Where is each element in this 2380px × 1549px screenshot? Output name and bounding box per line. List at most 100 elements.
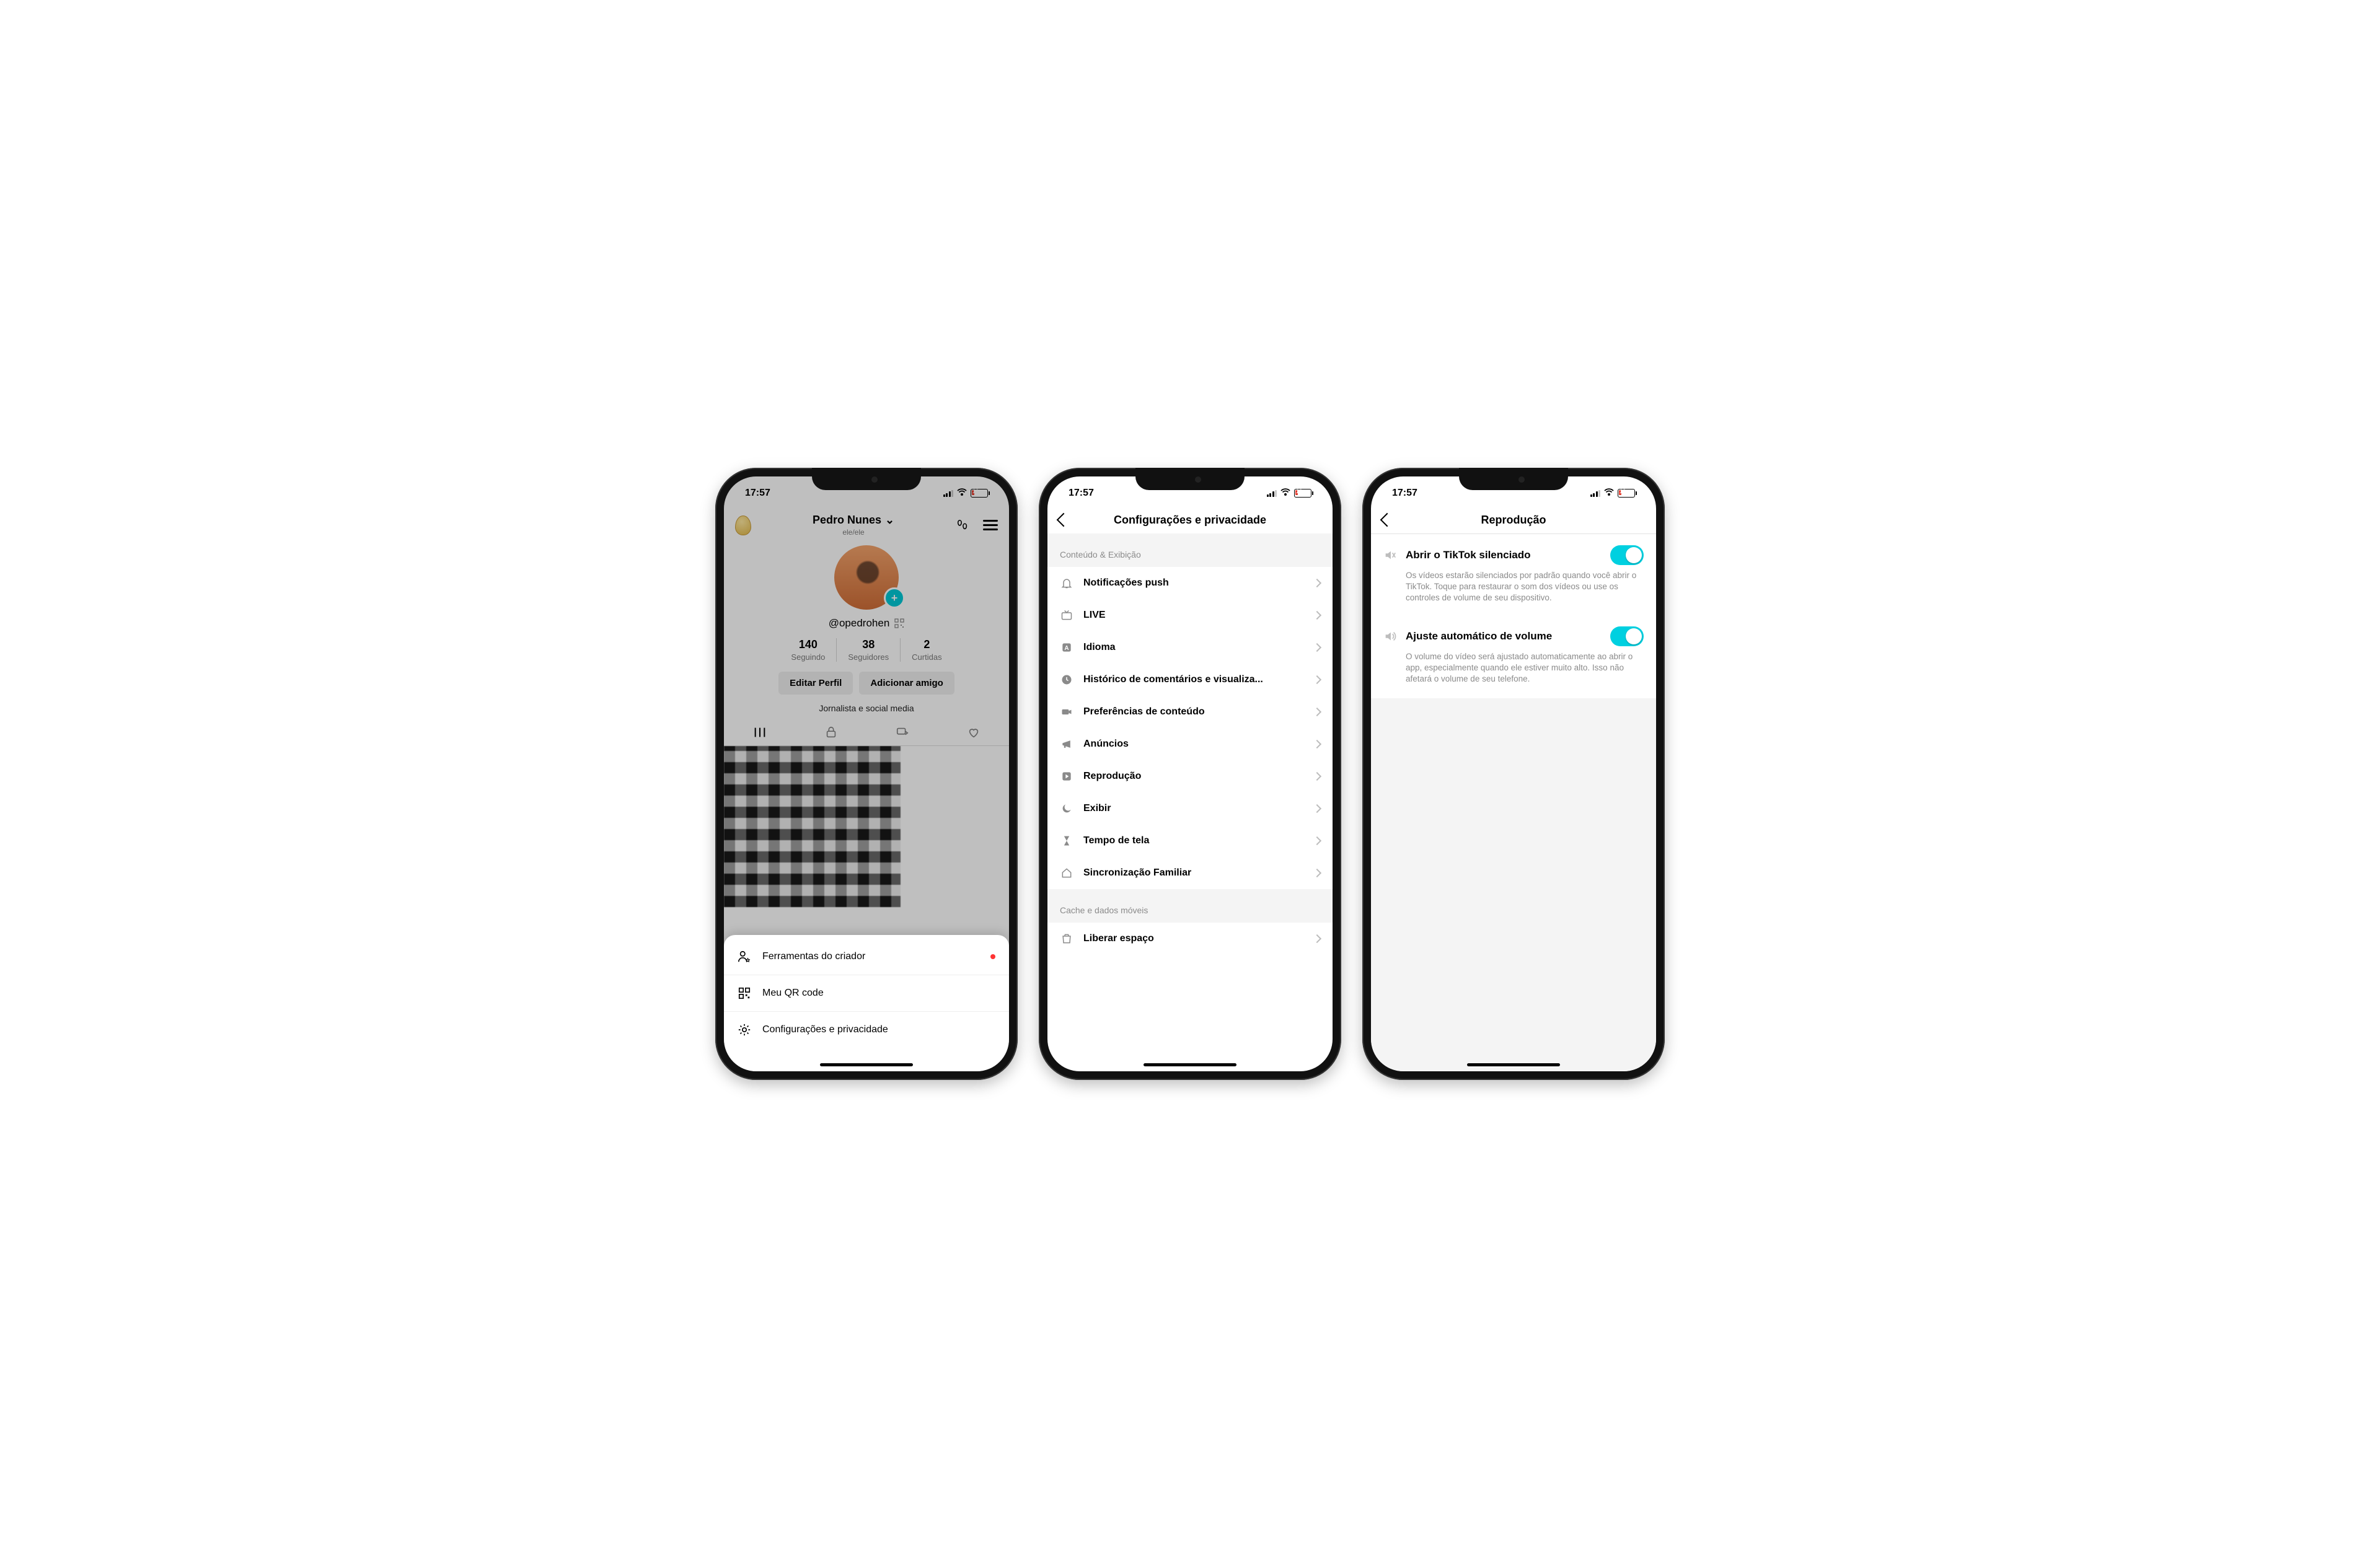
- stat-following[interactable]: 140Seguindo: [780, 638, 836, 662]
- page-title: Configurações e privacidade: [1047, 514, 1333, 527]
- chevron-right-icon: [1313, 869, 1321, 877]
- home-icon: [1060, 867, 1073, 879]
- status-time: 17:57: [745, 488, 770, 499]
- section-header-cache: Cache e dados móveis: [1047, 889, 1333, 923]
- setting-description: Os vídeos estarão silenciados por padrão…: [1383, 570, 1644, 604]
- tab-liked-icon[interactable]: [967, 726, 981, 739]
- row-language[interactable]: A Idioma: [1047, 631, 1333, 664]
- row-content-pref[interactable]: Preferências de conteúdo: [1047, 696, 1333, 728]
- device-frame-3: 17:57 16 Reprodução Abrir o TikTok silen…: [1362, 468, 1665, 1080]
- notification-dot: [990, 954, 995, 959]
- battery-indicator: 16: [971, 489, 988, 498]
- nav-header: Reprodução: [1371, 510, 1656, 534]
- language-icon: A: [1060, 641, 1073, 654]
- row-playback[interactable]: Reprodução: [1047, 760, 1333, 792]
- row-label: Tempo de tela: [1083, 835, 1304, 846]
- setting-title: Ajuste automático de volume: [1406, 630, 1602, 643]
- svg-text:A: A: [1064, 645, 1069, 652]
- row-label: Notificações push: [1083, 577, 1304, 589]
- event-egg-icon[interactable]: [735, 516, 751, 535]
- setting-title: Abrir o TikTok silenciado: [1406, 549, 1602, 561]
- status-time: 17:57: [1392, 488, 1417, 499]
- row-label: LIVE: [1083, 610, 1304, 621]
- qr-inline-icon[interactable]: [894, 618, 904, 628]
- row-label: Anúncios: [1083, 739, 1304, 750]
- stat-followers[interactable]: 38Seguidores: [836, 638, 900, 662]
- row-free-space[interactable]: Liberar espaço: [1047, 923, 1333, 955]
- row-history[interactable]: Histórico de comentários e visualiza...: [1047, 664, 1333, 696]
- play-icon: [1060, 770, 1073, 783]
- chevron-right-icon: [1313, 708, 1321, 716]
- home-indicator[interactable]: [1144, 1063, 1236, 1066]
- add-story-button[interactable]: +: [884, 587, 905, 608]
- bell-icon: [1060, 577, 1073, 589]
- chevron-right-icon: [1313, 643, 1321, 652]
- row-label: Liberar espaço: [1083, 933, 1304, 944]
- row-push-notifications[interactable]: Notificações push: [1047, 567, 1333, 599]
- sheet-item-qr-code[interactable]: Meu QR code: [724, 975, 1009, 1011]
- tab-grid-icon[interactable]: [753, 726, 767, 739]
- row-live[interactable]: LIVE: [1047, 599, 1333, 631]
- footprints-icon[interactable]: [956, 519, 969, 532]
- profile-handle: @opedrohen: [829, 617, 890, 630]
- hamburger-menu-icon[interactable]: [983, 517, 998, 533]
- chevron-right-icon: [1313, 740, 1321, 748]
- clock-icon: [1060, 674, 1073, 686]
- chevron-right-icon: [1313, 804, 1321, 813]
- sheet-item-settings[interactable]: Configurações e privacidade: [724, 1011, 1009, 1048]
- wifi-icon: [957, 489, 967, 497]
- hourglass-icon: [1060, 835, 1073, 847]
- sheet-item-creator-tools[interactable]: Ferramentas do criador: [724, 939, 1009, 975]
- cellular-signal-icon: [1590, 490, 1601, 497]
- wifi-icon: [1280, 489, 1290, 497]
- toggle-mute-on-open[interactable]: [1610, 545, 1644, 565]
- speaker-muted-icon: [1383, 548, 1397, 562]
- sheet-item-label: Configurações e privacidade: [762, 1024, 888, 1035]
- sheet-item-label: Ferramentas do criador: [762, 951, 865, 962]
- row-display[interactable]: Exibir: [1047, 792, 1333, 825]
- qr-icon: [738, 986, 751, 1000]
- cellular-signal-icon: [943, 490, 954, 497]
- nav-header: Configurações e privacidade: [1047, 510, 1333, 533]
- profile-tabs: [724, 726, 1009, 746]
- row-label: Exibir: [1083, 803, 1304, 814]
- status-time: 17:57: [1069, 488, 1094, 499]
- video-thumbnail-blurred: [724, 746, 901, 907]
- row-label: Idioma: [1083, 642, 1304, 653]
- device-frame-1: 17:57 16 Pedro Nunes⌄ ele/ele + @opedroh: [715, 468, 1018, 1080]
- sheet-item-label: Meu QR code: [762, 988, 824, 999]
- device-notch: [812, 468, 921, 490]
- chevron-down-icon[interactable]: ⌄: [885, 514, 894, 527]
- setting-auto-volume: Ajuste automático de volume O volume do …: [1371, 615, 1656, 688]
- wifi-icon: [1604, 489, 1614, 497]
- page-title: Reprodução: [1371, 514, 1656, 527]
- row-ads[interactable]: Anúncios: [1047, 728, 1333, 760]
- profile-bio: Jornalista e social media: [724, 703, 1009, 713]
- home-indicator[interactable]: [820, 1063, 913, 1066]
- toggle-auto-volume[interactable]: [1610, 626, 1644, 646]
- chevron-right-icon: [1313, 772, 1321, 781]
- row-family-sync[interactable]: Sincronização Familiar: [1047, 857, 1333, 889]
- gear-icon: [738, 1023, 751, 1037]
- megaphone-icon: [1060, 738, 1073, 750]
- row-label: Reprodução: [1083, 771, 1304, 782]
- empty-area: [1371, 698, 1656, 1071]
- row-screentime[interactable]: Tempo de tela: [1047, 825, 1333, 857]
- battery-indicator: 16: [1618, 489, 1635, 498]
- profile-display-name[interactable]: Pedro Nunes: [813, 514, 881, 527]
- edit-profile-button[interactable]: Editar Perfil: [778, 672, 853, 695]
- chevron-right-icon: [1313, 675, 1321, 684]
- tv-icon: [1060, 609, 1073, 621]
- trash-icon: [1060, 932, 1073, 945]
- battery-indicator: 16: [1294, 489, 1311, 498]
- home-indicator[interactable]: [1467, 1063, 1560, 1066]
- hamburger-bottom-sheet: Ferramentas do criador Meu QR code Confi…: [724, 935, 1009, 1071]
- device-notch: [1135, 468, 1245, 490]
- tab-private-icon[interactable]: [824, 726, 838, 739]
- stat-likes[interactable]: 2Curtidas: [900, 638, 953, 662]
- tab-repost-icon[interactable]: [896, 726, 909, 739]
- row-label: Sincronização Familiar: [1083, 867, 1304, 879]
- speaker-auto-icon: [1383, 630, 1397, 643]
- person-star-icon: [738, 950, 751, 963]
- add-friend-button[interactable]: Adicionar amigo: [859, 672, 954, 695]
